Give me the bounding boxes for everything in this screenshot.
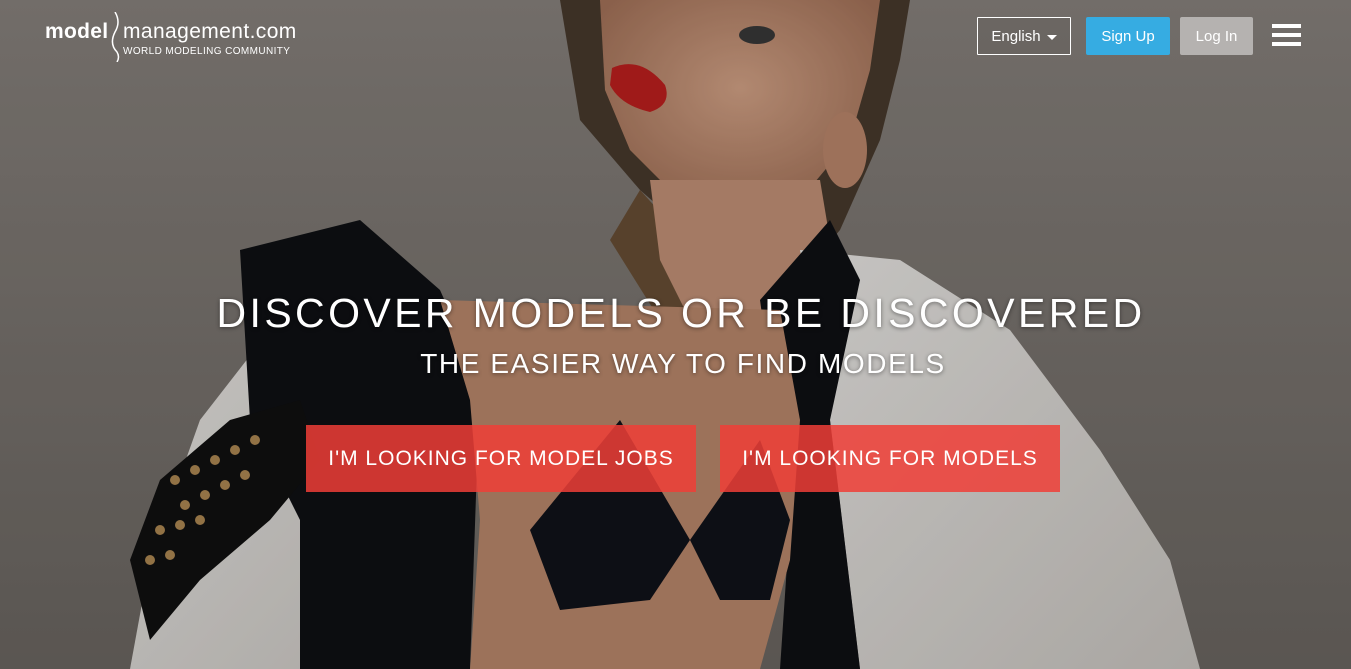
signup-button[interactable]: Sign Up [1086, 17, 1170, 55]
find-models-button[interactable]: I'M LOOKING FOR MODELS [720, 425, 1060, 492]
login-button[interactable]: Log In [1180, 17, 1253, 55]
hero-subheadline: THE EASIER WAY TO FIND MODELS [420, 348, 946, 379]
menu-bar [1272, 24, 1301, 28]
menu-bar [1272, 33, 1301, 37]
menu-bar [1272, 42, 1301, 46]
logo-management-text: management.com [123, 20, 297, 43]
language-dropdown[interactable]: English [977, 17, 1071, 55]
logo-model-text: model [45, 20, 109, 43]
logo-wave-icon [111, 12, 120, 62]
language-label: English [991, 27, 1041, 45]
logo-tagline: WORLD MODELING COMMUNITY [123, 46, 291, 57]
site-logo[interactable]: model management.com WORLD MODELING COMM… [45, 12, 305, 62]
hero-headline: DISCOVER MODELS OR BE DISCOVERED [216, 290, 1146, 336]
model-jobs-button[interactable]: I'M LOOKING FOR MODEL JOBS [306, 425, 696, 492]
caret-down-icon [1046, 34, 1057, 40]
hamburger-menu-icon[interactable] [1272, 24, 1302, 48]
